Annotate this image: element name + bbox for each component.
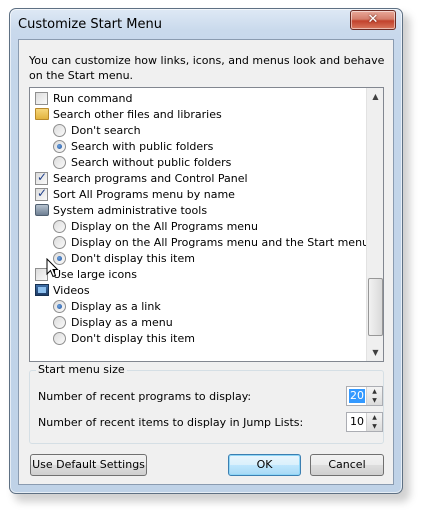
stepper-up-icon[interactable]: ▲	[367, 413, 382, 422]
scroll-thumb[interactable]	[368, 278, 383, 336]
option-label: Videos	[53, 283, 90, 297]
scroll-up-icon[interactable]: ▲	[367, 88, 383, 105]
ok-button[interactable]: OK	[228, 454, 301, 476]
option-radio[interactable]: Don't search	[53, 122, 141, 138]
stepper-up-icon[interactable]: ▲	[367, 387, 382, 396]
close-icon: ✕	[367, 12, 379, 27]
admin-icon	[35, 204, 49, 216]
recent-programs-label: Number of recent programs to display:	[38, 390, 252, 403]
intro-text: You can customize how links, icons, and …	[29, 54, 385, 82]
option-radio[interactable]: Search with public folders	[53, 138, 213, 154]
option-label[interactable]: Run command	[53, 92, 133, 105]
option-label[interactable]: Use large icons	[53, 268, 137, 281]
radio-button[interactable]	[53, 235, 66, 249]
recent-programs-stepper[interactable]: 20 ▲ ▼	[346, 386, 383, 406]
recent-programs-arrows[interactable]: ▲ ▼	[366, 387, 382, 405]
option-radio[interactable]: Don't display this item	[53, 250, 195, 266]
stepper-down-icon[interactable]: ▼	[367, 422, 382, 431]
radio-button[interactable]	[53, 123, 66, 137]
radio-button[interactable]	[53, 331, 66, 345]
jump-list-value[interactable]: 10	[347, 415, 367, 428]
option-radio[interactable]: Search without public folders	[53, 154, 231, 170]
scroll-down-icon[interactable]: ▼	[367, 344, 383, 361]
option-category: Search other files and libraries	[35, 106, 222, 122]
option-label[interactable]: Search programs and Control Panel	[53, 172, 248, 185]
option-checkbox[interactable]: Run command	[35, 90, 133, 106]
option-label[interactable]: Display on the All Programs menu and the…	[71, 236, 369, 249]
checkbox[interactable]	[35, 186, 48, 201]
radio-button[interactable]	[53, 315, 66, 329]
stepper-down-icon[interactable]: ▼	[367, 396, 382, 405]
option-label[interactable]: Sort All Programs menu by name	[53, 188, 235, 201]
option-category: Videos	[35, 282, 90, 298]
option-radio[interactable]: Display as a link	[53, 298, 161, 314]
start-menu-size-group: Start menu size Number of recent program…	[29, 363, 384, 444]
option-category: System administrative tools	[35, 202, 207, 218]
close-button[interactable]: ✕	[350, 10, 396, 30]
radio-button[interactable]	[53, 155, 66, 169]
customize-start-menu-dialog: Customize Start Menu ✕ You can customize…	[9, 8, 403, 494]
option-label: System administrative tools	[53, 203, 208, 217]
jump-list-arrows[interactable]: ▲ ▼	[366, 413, 382, 431]
title-bar[interactable]: Customize Start Menu ✕	[10, 9, 402, 39]
option-label[interactable]: Display as a link	[71, 300, 161, 313]
options-list[interactable]: Run command Search other files and librar…	[29, 87, 384, 362]
option-label[interactable]: Display on the All Programs menu	[71, 220, 258, 233]
option-checkbox[interactable]: Search programs and Control Panel	[35, 170, 248, 186]
dialog-body: You can customize how links, icons, and …	[18, 39, 394, 485]
option-radio[interactable]: Display on the All Programs menu	[53, 218, 258, 234]
option-radio[interactable]: Display on the All Programs menu and the…	[53, 234, 369, 250]
checkbox[interactable]	[35, 91, 48, 105]
cancel-button[interactable]: Cancel	[310, 454, 384, 476]
recent-programs-value[interactable]: 20	[349, 389, 365, 403]
option-label[interactable]: Don't search	[71, 124, 141, 137]
option-checkbox[interactable]: Sort All Programs menu by name	[35, 186, 235, 202]
folder-icon	[35, 108, 49, 120]
option-label[interactable]: Don't display this item	[71, 252, 195, 265]
jump-list-label: Number of recent items to display in Jum…	[38, 416, 304, 429]
option-radio[interactable]: Display as a menu	[53, 314, 173, 330]
option-label[interactable]: Display as a menu	[71, 316, 173, 329]
mouse-pointer-icon	[46, 258, 59, 278]
jump-list-stepper[interactable]: 10 ▲ ▼	[346, 412, 383, 432]
option-label[interactable]: Search without public folders	[71, 156, 231, 169]
checkbox[interactable]	[35, 170, 48, 185]
radio-button[interactable]	[53, 299, 66, 313]
option-label[interactable]: Don't display this item	[71, 332, 195, 345]
start-menu-size-legend: Start menu size	[36, 363, 127, 376]
option-label[interactable]: Search with public folders	[71, 140, 213, 153]
list-scrollbar[interactable]: ▲ ▼	[366, 88, 383, 361]
radio-button[interactable]	[53, 219, 66, 233]
option-radio[interactable]: Don't display this item	[53, 330, 195, 346]
video-icon	[35, 284, 49, 296]
option-label: Search other files and libraries	[53, 107, 222, 121]
window-title: Customize Start Menu	[18, 17, 162, 32]
radio-button[interactable]	[53, 139, 66, 153]
use-default-settings-button[interactable]: Use Default Settings	[30, 454, 147, 476]
